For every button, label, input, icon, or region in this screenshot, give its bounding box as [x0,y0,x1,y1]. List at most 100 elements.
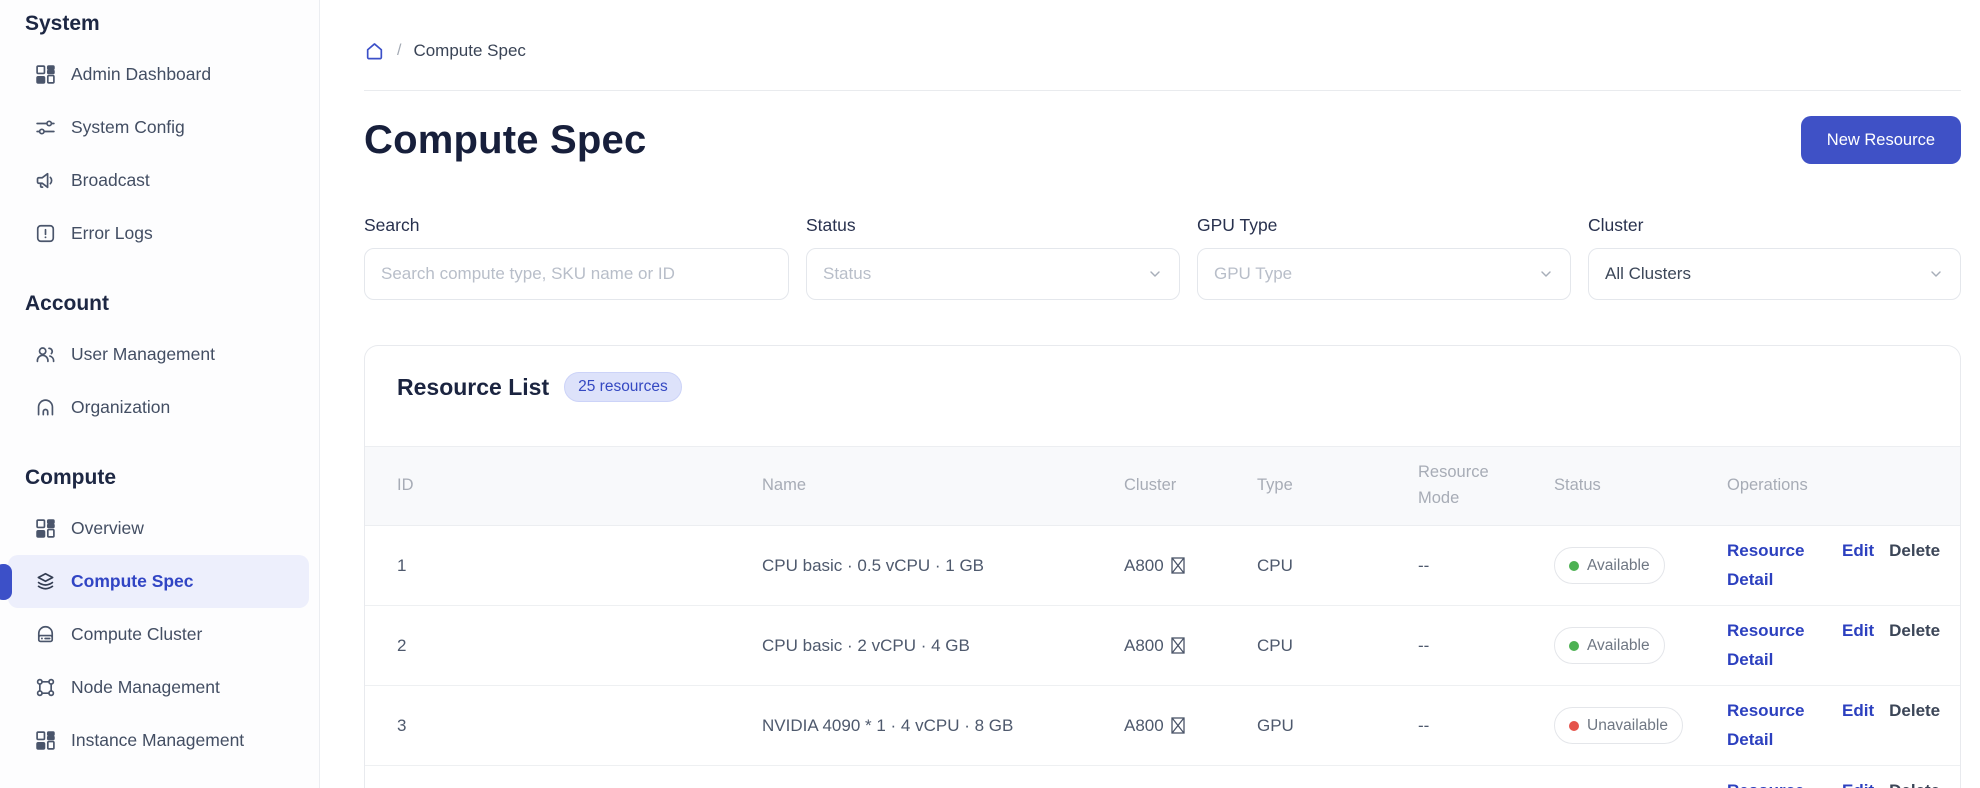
cell-name: CPU basic · 2 vCPU · 4 GB [762,636,1124,656]
column-header-status: Status [1554,473,1727,499]
cluster-select[interactable]: All Clusters [1588,248,1961,300]
sidebar-item-compute-spec[interactable]: Compute Spec [8,555,309,608]
page-title: Compute Spec [364,112,646,168]
table-row: 2 CPU basic · 2 vCPU · 4 GB A800 CPU -- … [365,606,1960,686]
delete-link[interactable]: Delete [1889,537,1940,566]
filter-status: Status Status [806,215,1180,300]
sidebar-item-label: System Config [71,117,185,138]
sidebar-item-label: Broadcast [71,170,150,191]
megaphone-icon [35,170,56,191]
resource-list-card: Resource List 25 resources IDNameCluster… [364,345,1961,788]
table-row: 1 CPU basic · 0.5 vCPU · 1 GB A800 CPU -… [365,526,1960,606]
delete-link[interactable]: Delete [1889,617,1940,646]
status-select-placeholder: Status [823,264,1139,284]
breadcrumb-separator: / [397,42,401,60]
server-icon [35,624,56,645]
cell-cluster: A800 [1124,556,1257,576]
sidebar-item-instance-management[interactable]: Instance Management [8,714,309,767]
sidebar-item-label: Node Management [71,677,220,698]
cell-cluster: A800 [1124,716,1257,736]
home-icon[interactable] [364,41,385,62]
edit-link[interactable]: Edit [1842,617,1874,646]
sidebar-item-organization[interactable]: Organization [8,381,309,434]
column-header-id: ID [397,473,762,499]
resource-detail-link[interactable]: Resource Detail [1727,697,1827,755]
cell-cluster: A800 [1124,636,1257,656]
table-row: Resource Detail Edit Delete [365,766,1960,788]
status-dot-icon [1569,641,1579,651]
users-icon [35,344,56,365]
chevron-down-icon [1538,266,1554,282]
status-label: Status [806,215,1180,239]
cell-id: 3 [397,716,762,736]
missing-glyph-icon [1171,637,1185,654]
error-icon [35,223,56,244]
status-badge: Unavailable [1554,707,1683,744]
resource-detail-link[interactable]: Resource Detail [1727,537,1827,595]
cell-operations: Resource Detail Edit Delete [1727,537,1960,595]
delete-link[interactable]: Delete [1889,777,1940,788]
filter-gpu-type: GPU Type GPU Type [1197,215,1571,300]
cell-id: 1 [397,556,762,576]
table-header-row: IDNameClusterTypeResource ModeStatusOper… [365,446,1960,526]
layers-icon [35,571,56,592]
search-input[interactable] [381,264,772,284]
column-header-type: Type [1257,473,1418,499]
dashboard-icon [35,64,56,85]
main-content: / Compute Spec Compute Spec New Resource… [320,0,1980,788]
cell-type: GPU [1257,716,1418,736]
status-badge: Available [1554,547,1665,584]
sidebar-item-overview[interactable]: Overview [8,502,309,555]
sidebar: System Admin Dashboard System Config Broadc… [0,0,320,788]
resource-detail-link[interactable]: Resource Detail [1727,777,1827,788]
status-select[interactable]: Status [806,248,1180,300]
sidebar-section-title: System [0,8,319,40]
network-icon [35,677,56,698]
sidebar-item-error-logs[interactable]: Error Logs [8,207,309,260]
column-header-name: Name [762,473,1124,499]
breadcrumb: / Compute Spec [364,38,1961,64]
status-dot-icon [1569,561,1579,571]
status-dot-icon [1569,721,1579,731]
sidebar-item-system-config[interactable]: System Config [8,101,309,154]
cell-operations: Resource Detail Edit Delete [1727,617,1960,675]
column-header-operations: Operations [1727,473,1960,499]
column-header-resource-mode: Resource Mode [1418,460,1554,511]
sidebar-item-label: Admin Dashboard [71,64,211,85]
column-header-cluster: Cluster [1124,473,1257,499]
sidebar-item-node-management[interactable]: Node Management [8,661,309,714]
cell-type: CPU [1257,636,1418,656]
sidebar-item-label: Compute Spec [71,571,194,592]
edit-link[interactable]: Edit [1842,697,1874,726]
cell-operations: Resource Detail Edit Delete [1727,777,1960,788]
filters-bar: Search Status Status GPU Type GPU Type [364,215,1961,300]
cell-status: Unavailable [1554,707,1727,744]
cell-resource-mode: -- [1418,716,1554,736]
new-resource-button[interactable]: New Resource [1801,116,1961,164]
active-indicator [0,564,12,600]
status-badge: Available [1554,627,1665,664]
edit-link[interactable]: Edit [1842,537,1874,566]
sidebar-item-label: Overview [71,518,144,539]
edit-link[interactable]: Edit [1842,777,1874,788]
sidebar-item-label: Error Logs [71,223,153,244]
cell-status: Available [1554,547,1727,584]
sidebar-item-broadcast[interactable]: Broadcast [8,154,309,207]
resource-detail-link[interactable]: Resource Detail [1727,617,1827,675]
organization-house-icon [35,397,56,418]
table-body: 1 CPU basic · 0.5 vCPU · 1 GB A800 CPU -… [365,526,1960,788]
resource-count-badge: 25 resources [564,372,682,402]
cell-type: CPU [1257,556,1418,576]
sidebar-item-user-management[interactable]: User Management [8,328,309,381]
instance-grid-icon [35,730,56,751]
sidebar-item-admin-dashboard[interactable]: Admin Dashboard [8,48,309,101]
gpu-type-select[interactable]: GPU Type [1197,248,1571,300]
sidebar-item-compute-cluster[interactable]: Compute Cluster [8,608,309,661]
sidebar-item-label: Compute Cluster [71,624,202,645]
cell-resource-mode: -- [1418,556,1554,576]
delete-link[interactable]: Delete [1889,697,1940,726]
missing-glyph-icon [1171,717,1185,734]
cluster-select-value: All Clusters [1605,264,1920,284]
overview-grid-icon [35,518,56,539]
table-row: 3 NVIDIA 4090 * 1 · 4 vCPU · 8 GB A800 G… [365,686,1960,766]
